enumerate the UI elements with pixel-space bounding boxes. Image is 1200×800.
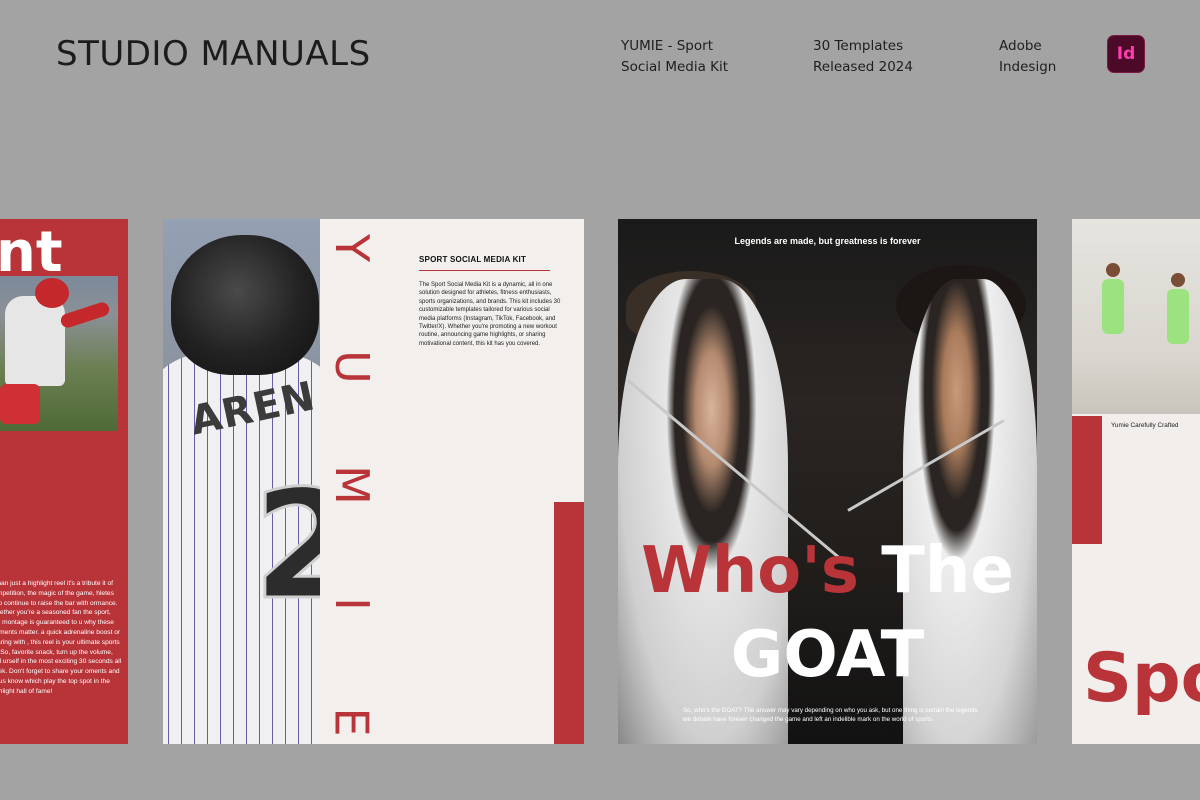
player-arm: [59, 300, 111, 330]
templates-count: 30 Templates: [813, 38, 904, 54]
software-info: Adobe Indesign: [999, 36, 1056, 78]
templates-info: 30 Templates Released 2024: [813, 36, 913, 78]
player-figure: [5, 296, 65, 386]
accent-block: [1072, 416, 1102, 544]
wordmark-letter: I: [324, 596, 379, 611]
player-helmet: [35, 278, 69, 308]
headline-red-word: Who's: [641, 534, 859, 608]
card4-headline: Spo: [1083, 639, 1200, 718]
card3-headline: Who's The GOAT: [618, 529, 1037, 697]
wordmark-letter: M: [324, 465, 379, 505]
football-photo: [0, 276, 118, 431]
preview-card-4: Yumie Carefully Crafted Spo: [1072, 219, 1200, 744]
software-vendor: Adobe: [999, 38, 1042, 54]
headline-goat: GOAT: [730, 618, 925, 692]
product-subtitle: Social Media Kit: [621, 59, 729, 75]
preview-card-1: nt e than just a highlight reel it's a t…: [0, 219, 128, 744]
product-info: YUMIE - Sport Social Media Kit: [621, 36, 728, 78]
wordmark-letter: E: [324, 707, 379, 737]
indesign-icon: Id: [1107, 35, 1145, 73]
batting-helmet: [171, 235, 319, 375]
runner-head: [1171, 273, 1185, 287]
wordmark-letter: Y: [324, 233, 379, 263]
baseball-photo: AREN 2: [163, 219, 320, 744]
vertical-wordmark: Y U M I E: [321, 225, 383, 744]
wordmark-letter: U: [324, 349, 379, 384]
preview-card-2: AREN 2 Y U M I E SPORT SOCIAL MEDIA KIT …: [163, 219, 584, 744]
kit-title: SPORT SOCIAL MEDIA KIT: [419, 255, 527, 264]
runners-photo: [1072, 219, 1200, 414]
jersey-number: 2: [251, 458, 320, 635]
title-divider: [419, 270, 550, 271]
product-name: YUMIE - Sport: [621, 38, 713, 54]
runner-figure: [1102, 279, 1124, 334]
player-pants: [0, 384, 40, 424]
card1-headline: nt: [0, 220, 63, 285]
headline-white-word: The: [881, 534, 1014, 608]
accent-block: [554, 502, 584, 744]
software-name: Indesign: [999, 59, 1057, 75]
release-year: Released 2024: [813, 59, 913, 75]
card4-caption: Yumie Carefully Crafted: [1111, 422, 1179, 429]
brand-title: STUDIO MANUALS: [56, 34, 371, 74]
runner-head: [1106, 263, 1120, 277]
card1-body-text: e than just a highlight reel it's a trib…: [0, 580, 122, 695]
card3-tagline: Legends are made, but greatness is forev…: [734, 236, 921, 246]
header: STUDIO MANUALS YUMIE - Sport Social Medi…: [0, 0, 1200, 120]
kit-description: The Sport Social Media Kit is a dynamic,…: [419, 282, 561, 347]
card3-footnote: So, who's the GOAT? The answer may vary …: [683, 707, 978, 723]
preview-card-3: Legends are made, but greatness is forev…: [618, 219, 1037, 744]
runner-figure: [1167, 289, 1189, 344]
